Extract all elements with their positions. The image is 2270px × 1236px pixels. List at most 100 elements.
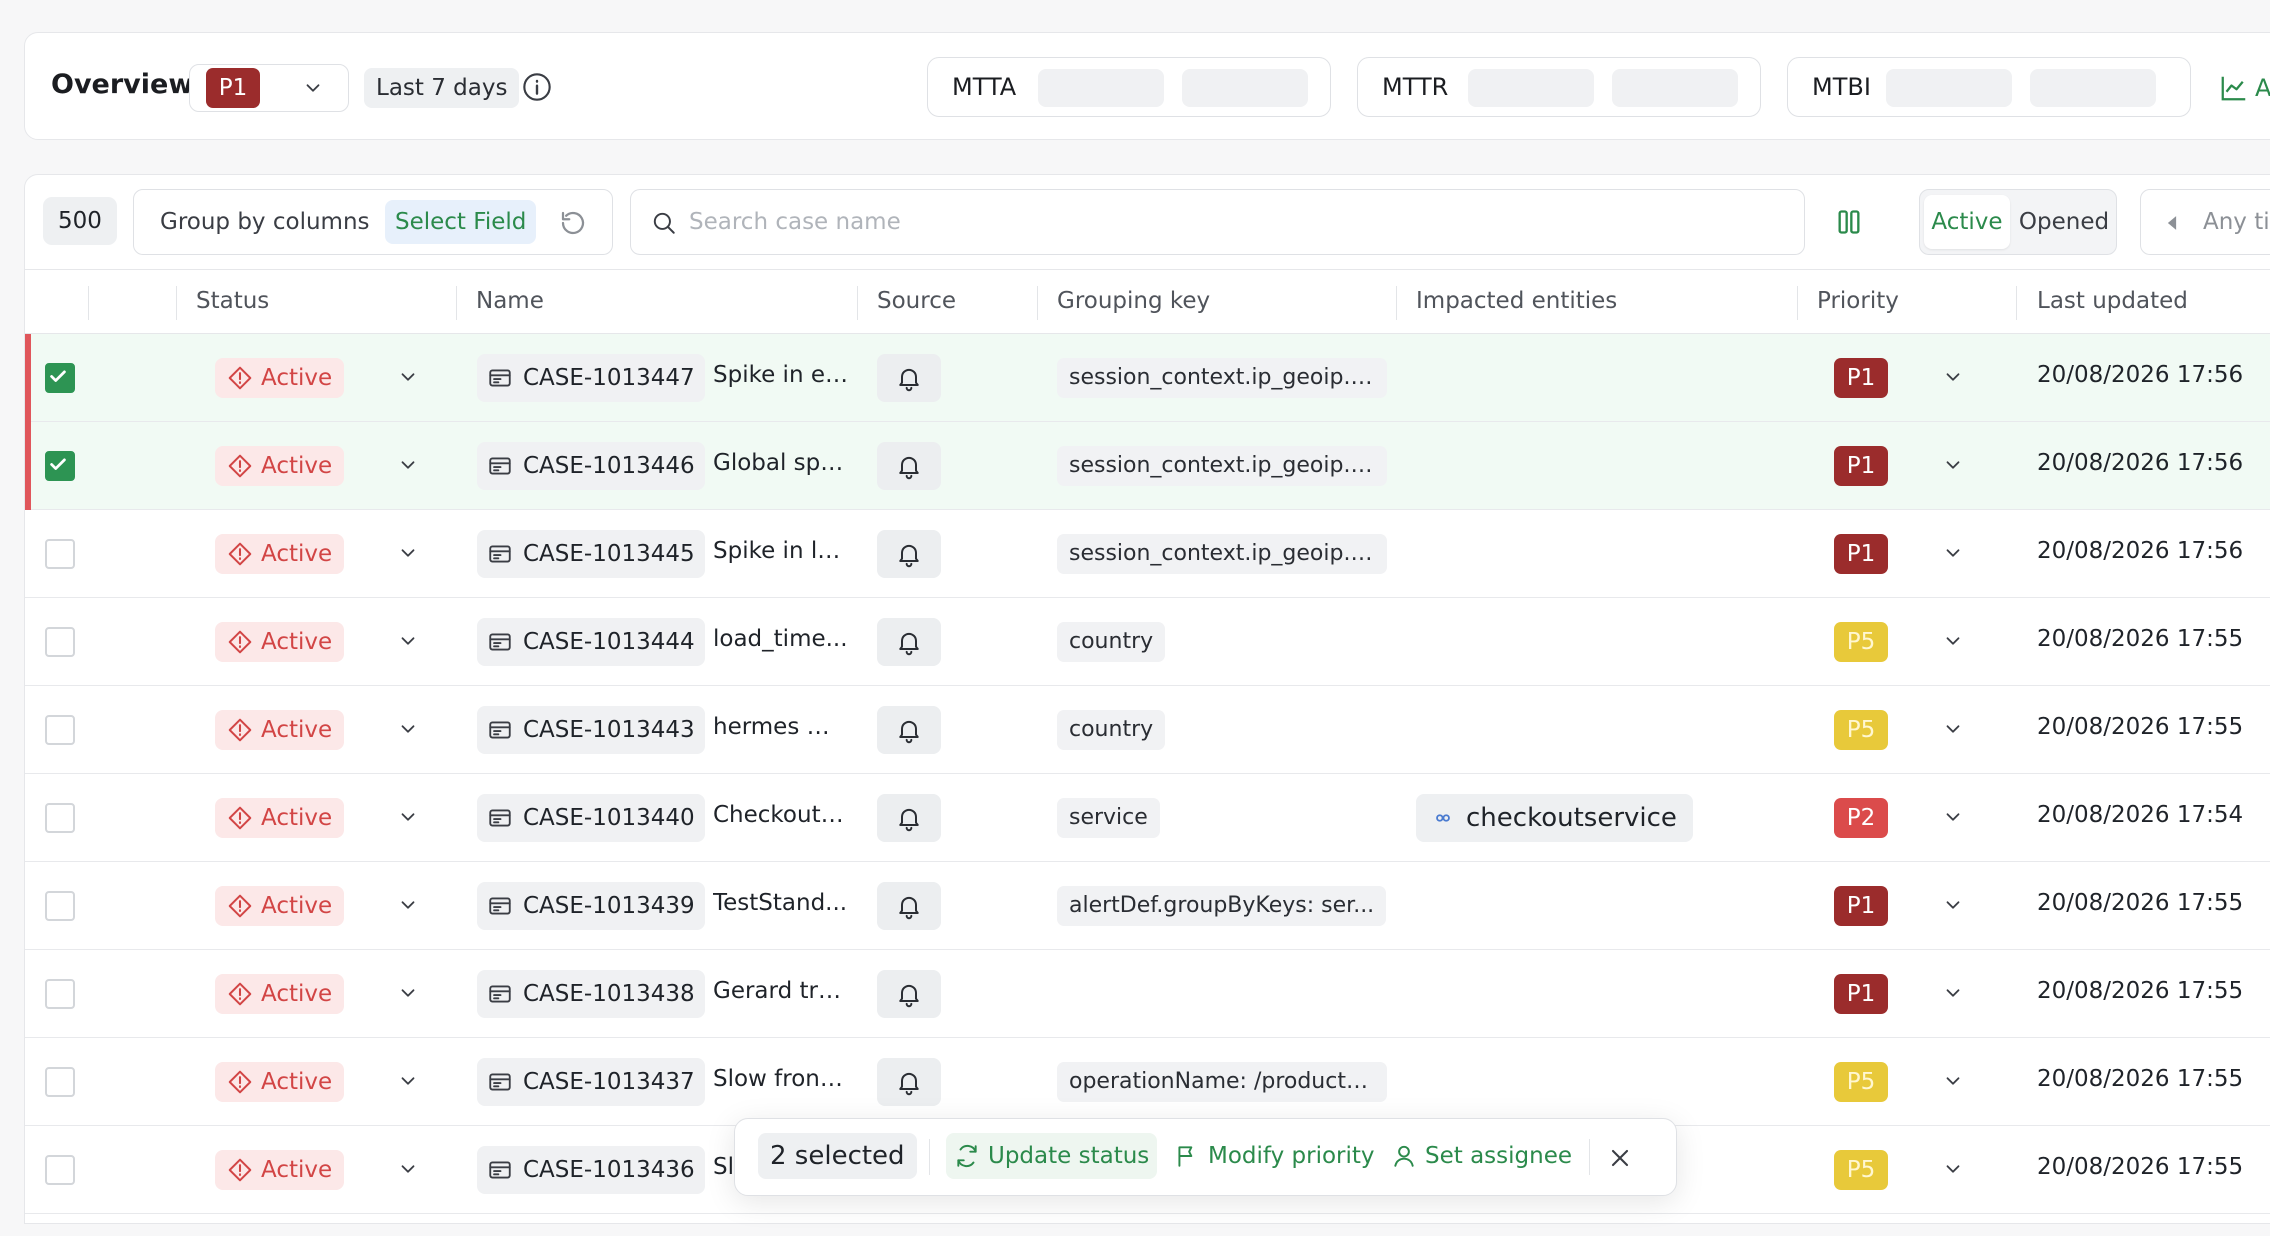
status-badge[interactable]: Active <box>215 446 345 486</box>
status-badge[interactable]: Active <box>215 886 345 926</box>
status-badge[interactable]: Active <box>215 798 345 838</box>
set-assignee-button[interactable]: Set assignee <box>1383 1133 1580 1179</box>
table-row[interactable]: Active CASE-1013439 TestStand... alertDef.g… <box>25 862 2270 950</box>
update-status-label: Update status <box>988 1143 1150 1169</box>
case-name[interactable]: load_time... <box>713 626 848 652</box>
row-checkbox[interactable] <box>45 451 75 481</box>
priority-dropdown[interactable] <box>1942 1070 1964 1096</box>
status-dropdown[interactable] <box>397 366 419 392</box>
update-status-button[interactable]: Update status <box>946 1133 1158 1179</box>
case-id-chip[interactable]: CASE-1013440 <box>477 794 705 842</box>
table-row[interactable]: Active CASE-1013444 load_time... country P5 2… <box>25 598 2270 686</box>
case-id-chip[interactable]: CASE-1013436 <box>477 1146 705 1194</box>
status-badge[interactable]: Active <box>215 534 345 574</box>
row-checkbox[interactable] <box>45 715 75 745</box>
table-row[interactable]: Active CASE-1013446 Global spi... session_c… <box>25 422 2270 510</box>
case-name[interactable]: hermes m... <box>713 714 848 740</box>
alert-diamond-icon <box>228 1070 252 1094</box>
priority-dropdown[interactable] <box>1942 630 1964 656</box>
columns-icon[interactable] <box>1835 208 1863 236</box>
status-badge[interactable]: Active <box>215 622 345 662</box>
modify-priority-button[interactable]: Modify priority <box>1166 1133 1383 1179</box>
status-badge[interactable]: Active <box>215 710 345 750</box>
impacted-entity-chip[interactable]: checkoutservice <box>1416 794 1693 842</box>
status-dropdown[interactable] <box>397 1158 419 1184</box>
column-header-grouping-key[interactable]: Grouping key <box>1057 288 1210 314</box>
row-checkbox[interactable] <box>45 1067 75 1097</box>
priority-dropdown[interactable] <box>1942 806 1964 832</box>
table-row[interactable]: Active CASE-1013437 Slow front... operation… <box>25 1038 2270 1126</box>
table-row[interactable]: Active CASE-1013438 Gerard tra... P1 20/08/2… <box>25 950 2270 1038</box>
case-id-chip[interactable]: CASE-1013445 <box>477 530 705 578</box>
status-dropdown[interactable] <box>397 630 419 656</box>
last-updated: 20/08/2026 17:55 <box>2037 978 2244 1004</box>
priority-dropdown[interactable] <box>1942 718 1964 744</box>
case-card-icon <box>489 1073 511 1091</box>
search-input[interactable] <box>689 202 1689 242</box>
status-dropdown[interactable] <box>397 1070 419 1096</box>
status-label: Active <box>261 1157 333 1183</box>
case-id-chip[interactable]: CASE-1013438 <box>477 970 705 1018</box>
row-checkbox[interactable] <box>45 891 75 921</box>
priority-dropdown[interactable] <box>1942 366 1964 392</box>
priority-dropdown[interactable] <box>1942 542 1964 568</box>
time-range-chip[interactable]: Last 7 days <box>364 68 520 108</box>
status-badge[interactable]: Active <box>215 974 345 1014</box>
case-name[interactable]: Gerard tra... <box>713 978 848 1004</box>
case-id-chip[interactable]: CASE-1013446 <box>477 442 705 490</box>
row-checkbox[interactable] <box>45 539 75 569</box>
table-row[interactable]: Active CASE-1013440 Checkout ... service che… <box>25 774 2270 862</box>
row-checkbox[interactable] <box>45 1155 75 1185</box>
select-field-button[interactable]: Select Field <box>385 200 537 244</box>
priority-dropdown[interactable] <box>1942 982 1964 1008</box>
analytics-link[interactable]: A <box>2219 73 2270 103</box>
case-id-chip[interactable]: CASE-1013447 <box>477 354 705 402</box>
reset-icon[interactable] <box>558 208 588 238</box>
table-header: Status Name Source Grouping key Impacted… <box>25 270 2270 334</box>
status-dropdown[interactable] <box>397 718 419 744</box>
status-dropdown[interactable] <box>397 982 419 1008</box>
case-name[interactable]: Spike in er... <box>713 362 848 388</box>
status-dropdown[interactable] <box>397 542 419 568</box>
row-checkbox[interactable] <box>45 803 75 833</box>
column-header-priority[interactable]: Priority <box>1817 288 1899 314</box>
case-id-chip[interactable]: CASE-1013443 <box>477 706 705 754</box>
row-checkbox[interactable] <box>45 363 75 393</box>
table-row[interactable]: Active CASE-1013443 hermes m... country P5 20… <box>25 686 2270 774</box>
case-name[interactable]: Slow front... <box>713 1066 848 1092</box>
column-header-impacted-entities[interactable]: Impacted entities <box>1416 288 1617 314</box>
info-icon[interactable] <box>521 71 553 103</box>
case-name[interactable]: Global spi... <box>713 450 848 476</box>
case-id-chip[interactable]: CASE-1013439 <box>477 882 705 930</box>
column-header-source[interactable]: Source <box>877 288 956 314</box>
table-row[interactable]: Active CASE-1013445 Spike in la... session_… <box>25 510 2270 598</box>
segment-opened[interactable]: Opened <box>2016 195 2112 249</box>
status-dropdown[interactable] <box>397 894 419 920</box>
case-id-chip[interactable]: CASE-1013437 <box>477 1058 705 1106</box>
column-header-last-updated[interactable]: Last updated <box>2037 288 2188 314</box>
status-badge[interactable]: Active <box>215 1062 345 1102</box>
status-dropdown[interactable] <box>397 454 419 480</box>
row-checkbox[interactable] <box>45 979 75 1009</box>
column-header-status[interactable]: Status <box>196 288 269 314</box>
priority-dropdown[interactable] <box>1942 1158 1964 1184</box>
case-name[interactable]: TestStand... <box>713 890 848 916</box>
segment-active[interactable]: Active <box>1924 195 2010 249</box>
case-name[interactable]: Checkout ... <box>713 802 848 828</box>
close-icon[interactable] <box>1606 1144 1634 1172</box>
column-header-name[interactable]: Name <box>476 288 544 314</box>
status-badge[interactable]: Active <box>215 358 345 398</box>
priority-dropdown[interactable] <box>1942 894 1964 920</box>
priority-dropdown[interactable] <box>1942 454 1964 480</box>
priority-badge: P5 <box>1834 1062 1888 1102</box>
table-row[interactable]: Active CASE-1013447 Spike in er... session_… <box>25 334 2270 422</box>
time-filter[interactable]: Any ti <box>2140 189 2270 255</box>
status-dropdown[interactable] <box>397 806 419 832</box>
priority-filter-select[interactable]: P1 <box>189 64 349 112</box>
status-badge[interactable]: Active <box>215 1150 345 1190</box>
case-name[interactable]: Spike in la... <box>713 538 848 564</box>
case-id-chip[interactable]: CASE-1013444 <box>477 618 705 666</box>
chevron-down-icon <box>401 1077 415 1085</box>
chevron-down-icon <box>1946 549 1960 557</box>
row-checkbox[interactable] <box>45 627 75 657</box>
